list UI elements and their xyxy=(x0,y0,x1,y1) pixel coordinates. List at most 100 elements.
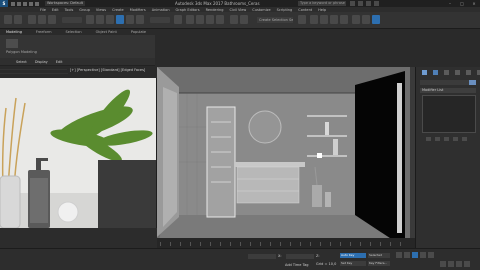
tab-modeling[interactable]: Modeling xyxy=(6,30,22,34)
object-name-field[interactable] xyxy=(420,80,476,85)
key-filters-button[interactable]: Key Filters... xyxy=(368,261,390,266)
display-tab-icon[interactable] xyxy=(466,70,471,75)
orbit-icon[interactable] xyxy=(464,261,470,267)
scene-menu-edit[interactable]: Edit xyxy=(56,60,63,64)
unlink-icon[interactable] xyxy=(38,15,46,24)
selected-dropdown[interactable]: Selected xyxy=(368,253,390,258)
schematic-view-icon[interactable] xyxy=(330,15,338,24)
render-setup-icon[interactable] xyxy=(352,15,360,24)
scene-menu-display[interactable]: Display xyxy=(35,60,48,64)
menu-civil-view[interactable]: Civil View xyxy=(229,8,246,12)
scene-menu-select[interactable]: Select xyxy=(16,60,27,64)
search-input[interactable]: Type a keyword or phrase xyxy=(298,1,346,6)
user-icon[interactable] xyxy=(358,1,363,6)
tab-selection[interactable]: Selection xyxy=(66,30,82,34)
menu-tools[interactable]: Tools xyxy=(65,8,74,12)
x-coordinate-field[interactable] xyxy=(248,254,276,259)
select-object-icon[interactable] xyxy=(86,15,94,24)
reference-coordinate-dropdown[interactable] xyxy=(150,17,170,23)
menu-help[interactable]: Help xyxy=(318,8,326,12)
menu-views[interactable]: Views xyxy=(96,8,106,12)
previous-frame-icon[interactable] xyxy=(404,252,410,258)
help-icon[interactable] xyxy=(374,1,379,6)
save-icon[interactable] xyxy=(23,1,27,6)
binoculars-icon[interactable] xyxy=(350,1,355,6)
angle-snap-icon[interactable] xyxy=(196,15,204,24)
make-unique-icon[interactable] xyxy=(444,137,449,141)
ribbon-tool-icon[interactable] xyxy=(6,39,18,48)
link-icon[interactable] xyxy=(28,15,36,24)
zoom-icon[interactable] xyxy=(440,261,446,267)
menu-modifiers[interactable]: Modifiers xyxy=(130,8,146,12)
modifier-stack[interactable] xyxy=(422,95,476,133)
viewport-label[interactable]: [+] [Perspective] [Standard] [Edged Face… xyxy=(67,67,157,73)
selection-set-dropdown[interactable]: Create Selection Set xyxy=(257,17,293,23)
next-frame-icon[interactable] xyxy=(420,252,426,258)
undo-icon[interactable] xyxy=(29,1,33,6)
layer-explorer-icon[interactable] xyxy=(310,15,318,24)
render-production-icon[interactable] xyxy=(372,15,380,24)
menu-rendering[interactable]: Rendering xyxy=(206,8,224,12)
perspective-viewport[interactable] xyxy=(157,67,410,248)
play-icon[interactable] xyxy=(412,252,418,258)
add-time-tag[interactable]: Add Time Tag xyxy=(285,263,309,267)
menu-file[interactable]: File xyxy=(40,8,46,12)
menu-customize[interactable]: Customize xyxy=(252,8,270,12)
select-and-scale-icon[interactable] xyxy=(136,15,144,24)
modifier-list-dropdown[interactable]: Modifier List xyxy=(420,88,476,93)
menu-edit[interactable]: Edit xyxy=(52,8,59,12)
redo-icon[interactable] xyxy=(35,1,39,6)
percent-snap-icon[interactable] xyxy=(206,15,214,24)
go-to-start-icon[interactable] xyxy=(396,252,402,258)
pan-view-icon[interactable] xyxy=(456,261,462,267)
menu-create[interactable]: Create xyxy=(112,8,124,12)
pin-stack-icon[interactable] xyxy=(426,137,431,141)
tab-populate[interactable]: Populate xyxy=(131,30,146,34)
y-coordinate-field[interactable] xyxy=(286,254,314,259)
undo-tool-icon[interactable] xyxy=(4,15,12,24)
configure-sets-icon[interactable] xyxy=(462,137,467,141)
material-editor-icon[interactable] xyxy=(340,15,348,24)
show-end-result-icon[interactable] xyxy=(435,137,440,141)
spinner-snap-icon[interactable] xyxy=(216,15,224,24)
menu-content[interactable]: Content xyxy=(298,8,312,12)
hierarchy-tab-icon[interactable] xyxy=(444,70,449,75)
set-key-button[interactable]: Set Key xyxy=(340,261,366,266)
create-tab-icon[interactable] xyxy=(422,70,427,75)
zoom-all-icon[interactable] xyxy=(448,261,454,267)
menu-animation[interactable]: Animation xyxy=(152,8,170,12)
scene-explorer-list[interactable] xyxy=(0,66,68,78)
edit-named-sets-icon[interactable] xyxy=(230,15,238,24)
go-to-end-icon[interactable] xyxy=(428,252,434,258)
auto-key-button[interactable]: Auto Key xyxy=(340,253,366,258)
select-and-rotate-icon[interactable] xyxy=(126,15,134,24)
time-slider[interactable] xyxy=(157,238,415,248)
cart-icon[interactable] xyxy=(366,1,371,6)
remove-modifier-icon[interactable] xyxy=(453,137,458,141)
pivot-center-icon[interactable] xyxy=(174,15,182,24)
selection-region-icon[interactable] xyxy=(106,15,114,24)
minimize-button[interactable]: – xyxy=(444,0,456,7)
select-by-name-icon[interactable] xyxy=(96,15,104,24)
select-and-move-icon[interactable] xyxy=(116,15,124,24)
align-icon[interactable] xyxy=(298,15,306,24)
motion-tab-icon[interactable] xyxy=(455,70,460,75)
tab-object-paint[interactable]: Object Paint xyxy=(96,30,117,34)
redo-tool-icon[interactable] xyxy=(14,15,22,24)
new-file-icon[interactable] xyxy=(11,1,15,6)
mirror-icon[interactable] xyxy=(240,15,248,24)
selection-filter-dropdown[interactable] xyxy=(62,17,82,23)
object-color-swatch[interactable] xyxy=(469,80,476,85)
curve-editor-icon[interactable] xyxy=(320,15,328,24)
menu-graph-editors[interactable]: Graph Editors xyxy=(176,8,200,12)
tab-freeform[interactable]: Freeform xyxy=(36,30,52,34)
ribbon-panel-label[interactable]: Polygon Modeling xyxy=(6,50,37,54)
snaps-toggle-icon[interactable] xyxy=(186,15,194,24)
close-button[interactable]: × xyxy=(468,0,480,7)
menu-scripting[interactable]: Scripting xyxy=(277,8,293,12)
bind-space-warp-icon[interactable] xyxy=(48,15,56,24)
rendered-frame-window-icon[interactable] xyxy=(362,15,370,24)
list-item[interactable] xyxy=(0,70,68,74)
menu-group[interactable]: Group xyxy=(79,8,90,12)
app-logo[interactable]: S xyxy=(0,0,8,7)
